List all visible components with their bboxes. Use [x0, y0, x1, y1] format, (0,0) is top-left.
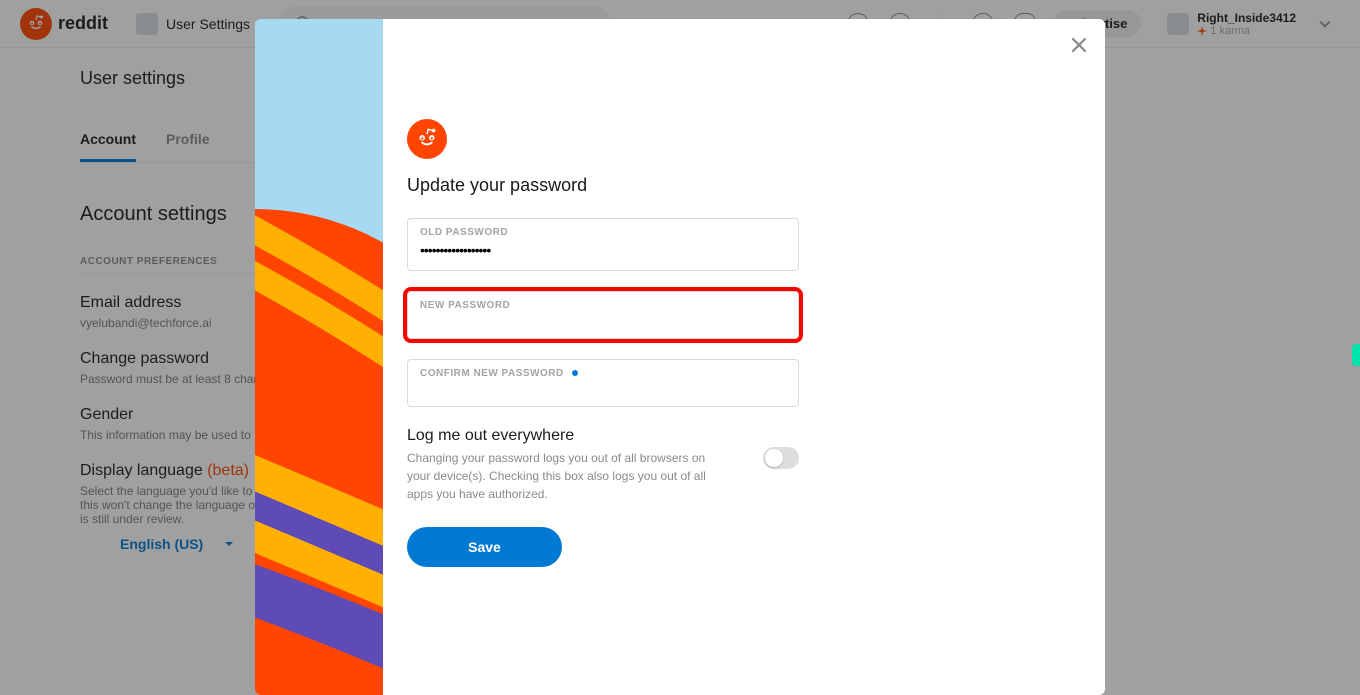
- new-password-label: New Password: [420, 300, 786, 311]
- confirm-password-field[interactable]: Confirm New Password: [407, 359, 799, 407]
- logout-title: Log me out everywhere: [407, 427, 707, 445]
- modal-overlay: Update your password Old Password New Pa…: [0, 0, 1360, 695]
- close-icon: [1069, 35, 1089, 55]
- old-password-label: Old Password: [420, 227, 786, 238]
- reddit-icon: [407, 119, 447, 159]
- confirm-password-input[interactable]: [420, 383, 786, 399]
- old-password-field[interactable]: Old Password: [407, 218, 799, 271]
- modal-title: Update your password: [407, 175, 1045, 196]
- edge-tab[interactable]: [1352, 344, 1360, 366]
- required-dot-icon: [572, 370, 578, 376]
- new-password-field[interactable]: New Password: [407, 291, 799, 339]
- modal-body: Update your password Old Password New Pa…: [383, 19, 1105, 695]
- logout-desc: Changing your password logs you out of a…: [407, 449, 707, 503]
- save-button[interactable]: Save: [407, 527, 562, 567]
- new-password-input[interactable]: [420, 315, 786, 331]
- modal-artwork: [255, 19, 383, 695]
- logout-toggle[interactable]: [763, 447, 799, 469]
- password-modal: Update your password Old Password New Pa…: [255, 19, 1105, 695]
- logout-everywhere-row: Log me out everywhere Changing your pass…: [407, 427, 799, 503]
- close-button[interactable]: [1069, 35, 1089, 60]
- confirm-password-label: Confirm New Password: [420, 368, 786, 379]
- old-password-input[interactable]: [420, 242, 786, 258]
